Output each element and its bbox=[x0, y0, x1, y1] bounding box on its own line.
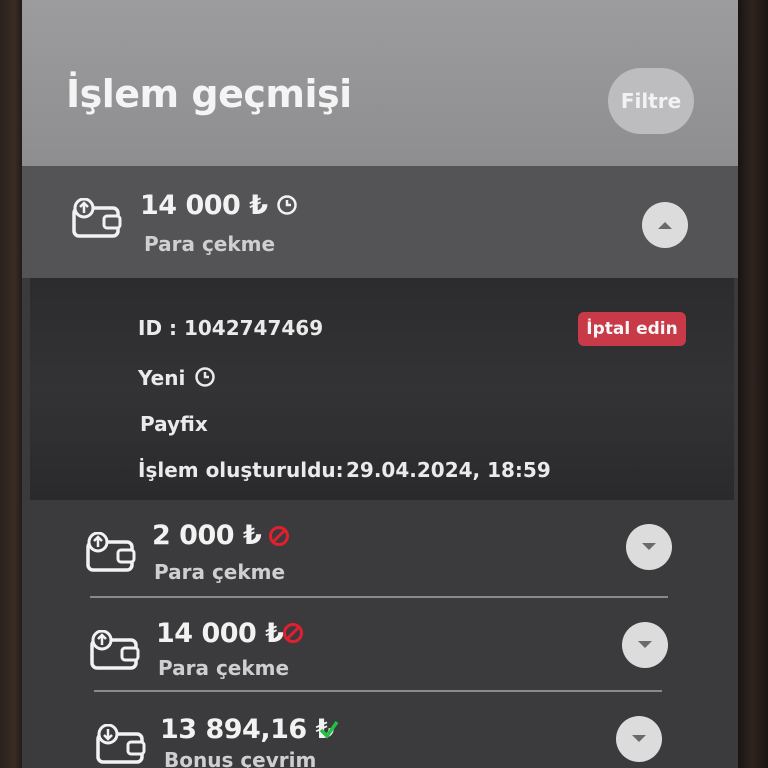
chevron-up-icon bbox=[658, 222, 672, 229]
clock-icon bbox=[277, 195, 297, 215]
created-label: İşlem oluşturuldu: bbox=[138, 458, 344, 482]
blocked-icon bbox=[283, 623, 303, 643]
blocked-icon bbox=[269, 526, 289, 546]
transaction-amount: 13 894,16 ₺ bbox=[160, 714, 334, 745]
payment-method: Payfix bbox=[140, 412, 208, 436]
chevron-down-icon bbox=[642, 543, 656, 550]
wallet-withdraw-icon bbox=[86, 532, 136, 572]
transaction-type: Para çekme bbox=[154, 560, 286, 584]
row-divider bbox=[94, 690, 662, 692]
chevron-down-icon bbox=[632, 735, 646, 742]
cancel-button[interactable]: İptal edin bbox=[578, 312, 686, 346]
transaction-amount: 14 000 ₺ bbox=[140, 190, 268, 221]
expand-button[interactable] bbox=[616, 716, 662, 762]
transaction-type: Bonus çevrim bbox=[164, 748, 317, 768]
page-header: İşlem geçmişi Filtre bbox=[22, 0, 738, 166]
created-value: 29.04.2024, 18:59 bbox=[346, 458, 551, 482]
transaction-type: Para çekme bbox=[144, 232, 276, 256]
transaction-amount: 14 000 ₺ bbox=[156, 618, 284, 649]
filter-button[interactable]: Filtre bbox=[608, 68, 694, 134]
transaction-id: ID : 1042747469 bbox=[138, 316, 324, 340]
app-screen: İşlem geçmişi Filtre 14 000 ₺ Para çekme… bbox=[22, 0, 738, 768]
page-title: İşlem geçmişi bbox=[66, 72, 352, 116]
row-divider bbox=[90, 596, 668, 598]
chevron-down-icon bbox=[638, 641, 652, 648]
wallet-deposit-icon bbox=[96, 724, 146, 764]
status-clock-icon bbox=[195, 367, 215, 387]
transaction-status: Yeni bbox=[138, 366, 186, 390]
device-bezel-left bbox=[0, 0, 24, 768]
device-bezel-right bbox=[736, 0, 768, 768]
expand-button[interactable] bbox=[626, 524, 672, 570]
transaction-type: Para çekme bbox=[158, 656, 290, 680]
collapse-button[interactable] bbox=[642, 202, 688, 248]
wallet-withdraw-icon bbox=[90, 630, 140, 670]
wallet-withdraw-icon bbox=[72, 198, 122, 238]
expand-button[interactable] bbox=[622, 622, 668, 668]
transaction-amount: 2 000 ₺ bbox=[152, 520, 262, 551]
check-icon bbox=[319, 720, 339, 739]
transaction-row-expanded[interactable]: 14 000 ₺ Para çekme bbox=[22, 166, 738, 278]
